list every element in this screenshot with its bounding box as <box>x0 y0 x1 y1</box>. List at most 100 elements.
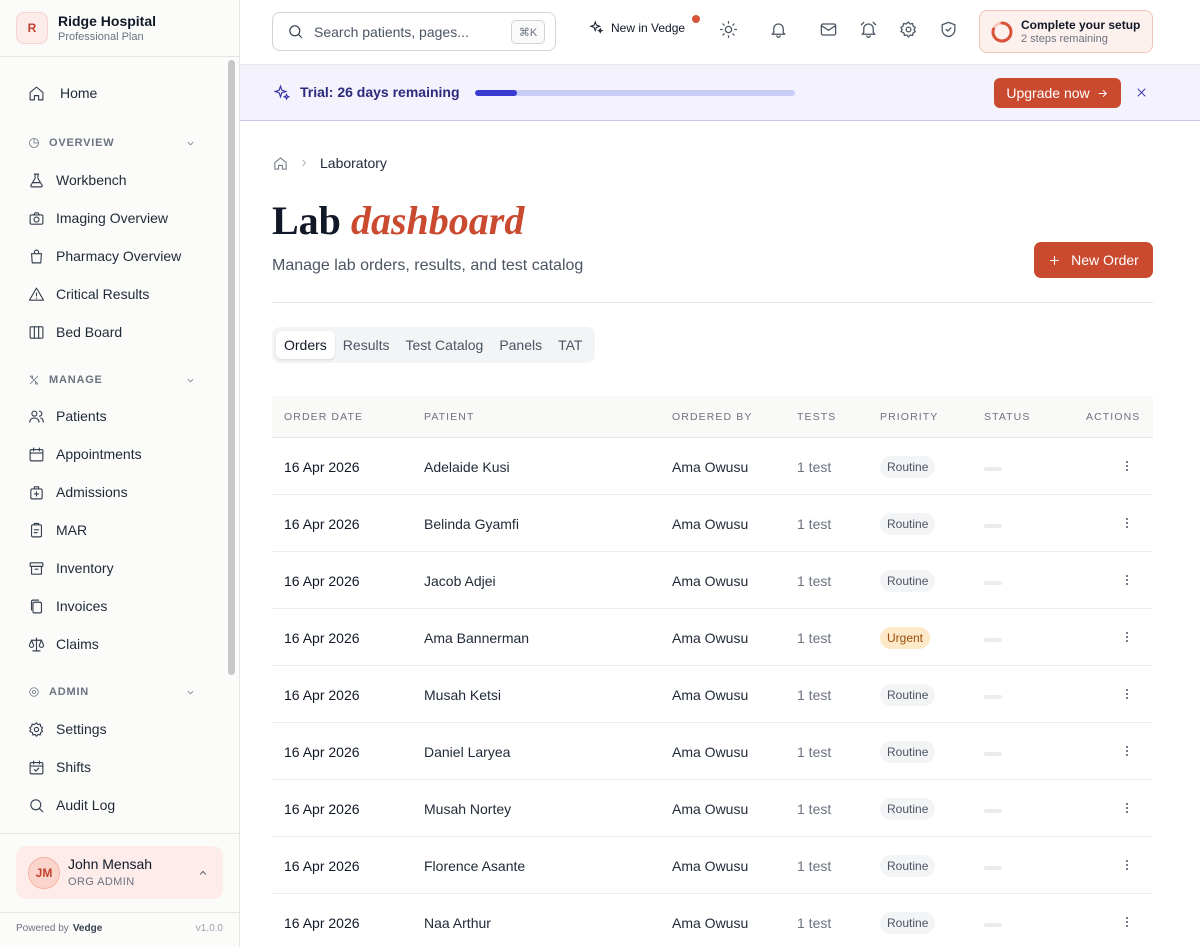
sidebar-item-imaging-overview[interactable]: Imaging Overview <box>16 202 216 234</box>
shield-check-icon[interactable] <box>939 20 958 39</box>
test-count: 1 test <box>797 915 832 931</box>
table-row[interactable]: 16 Apr 2026 Florence Asante Ama Owusu 1 tes… <box>272 837 1153 894</box>
notification-dot <box>692 15 700 23</box>
more-actions-icon[interactable] <box>1122 630 1132 646</box>
whats-new-button[interactable]: New in Vedge <box>589 20 685 35</box>
home-icon[interactable] <box>273 156 288 171</box>
column-header[interactable]: PATIENT <box>424 411 474 423</box>
table-row[interactable]: 16 Apr 2026 Jacob Adjei Ama Owusu 1 test Rou… <box>272 552 1153 609</box>
more-actions-icon[interactable] <box>1122 801 1132 817</box>
more-actions-icon[interactable] <box>1122 516 1132 532</box>
more-actions-icon[interactable] <box>1122 915 1132 931</box>
priority-badge: Routine <box>880 741 936 763</box>
status-placeholder <box>984 809 1002 813</box>
mail-icon[interactable] <box>819 20 838 39</box>
patient-name[interactable]: Musah Ketsi <box>424 687 501 703</box>
sidebar-item-admissions[interactable]: Admissions <box>16 476 216 508</box>
tab-results[interactable]: Results <box>335 331 398 359</box>
order-date: 16 Apr 2026 <box>284 915 360 931</box>
search-input[interactable]: Search patients, pages... ⌘K <box>272 12 556 51</box>
sidebar-item-invoices[interactable]: Invoices <box>16 590 216 622</box>
close-icon[interactable] <box>1135 86 1148 99</box>
test-count: 1 test <box>797 801 832 817</box>
setup-checklist-button[interactable]: Complete your setup 2 steps remaining <box>979 10 1153 53</box>
more-actions-icon[interactable] <box>1122 687 1132 703</box>
more-actions-icon[interactable] <box>1122 459 1132 475</box>
more-actions-icon[interactable] <box>1122 858 1132 874</box>
test-count: 1 test <box>797 858 832 874</box>
table-row[interactable]: 16 Apr 2026 Naa Arthur Ama Owusu 1 test Rout… <box>272 894 1153 947</box>
gear-icon[interactable] <box>899 20 918 39</box>
sidebar-item-home[interactable]: Home <box>16 77 216 109</box>
topbar: Search patients, pages... ⌘K New in Vedg… <box>240 0 1200 64</box>
more-actions-icon[interactable] <box>1122 744 1132 760</box>
new-order-button[interactable]: New Order <box>1034 242 1153 278</box>
sidebar-item-claims[interactable]: Claims <box>16 628 216 660</box>
brand-name: Ridge Hospital <box>58 12 157 29</box>
sidebar-item-mar[interactable]: MAR <box>16 514 216 546</box>
section-manage[interactable]: MANAGE <box>16 370 216 390</box>
hospital-bag-icon <box>30 485 43 499</box>
sidebar-scrollbar[interactable] <box>228 60 235 675</box>
ordered-by: Ama Owusu <box>672 459 749 475</box>
tab-test-catalog[interactable]: Test Catalog <box>397 331 491 359</box>
patient-name[interactable]: Daniel Laryea <box>424 744 510 760</box>
test-count: 1 test <box>797 573 832 589</box>
column-header[interactable]: ORDER DATE <box>284 411 363 423</box>
priority-badge: Routine <box>880 570 936 592</box>
chevron-up-icon <box>199 870 207 875</box>
section-admin[interactable]: ADMIN <box>16 682 216 702</box>
column-header[interactable]: STATUS <box>984 411 1030 423</box>
sun-icon[interactable] <box>719 20 738 39</box>
tab-panels[interactable]: Panels <box>491 331 550 359</box>
patient-name[interactable]: Florence Asante <box>424 858 525 874</box>
chevron-down-icon <box>187 690 194 694</box>
column-header[interactable]: ORDERED BY <box>672 411 752 423</box>
brand[interactable]: R Ridge Hospital Professional Plan <box>0 0 239 57</box>
divider <box>0 833 240 834</box>
patient-name[interactable]: Musah Nortey <box>424 801 511 817</box>
sidebar-item-bed-board[interactable]: Bed Board <box>16 316 216 348</box>
sidebar-item-workbench[interactable]: Workbench <box>16 164 216 196</box>
sidebar-item-appointments[interactable]: Appointments <box>16 438 216 470</box>
sidebar-item-label: Claims <box>56 636 99 652</box>
sidebar-item-inventory[interactable]: Inventory <box>16 552 216 584</box>
table-row[interactable]: 16 Apr 2026 Ama Bannerman Ama Owusu 1 test U… <box>272 609 1153 666</box>
tab-tat[interactable]: TAT <box>550 331 590 359</box>
column-header[interactable]: TESTS <box>797 411 836 423</box>
sidebar-item-patients[interactable]: Patients <box>16 400 216 432</box>
tab-orders[interactable]: Orders <box>276 331 335 359</box>
alarm-bell-icon[interactable] <box>859 20 878 39</box>
table-row[interactable]: 16 Apr 2026 Belinda Gyamfi Ama Owusu 1 test… <box>272 495 1153 552</box>
user-menu[interactable]: JM John Mensah ORG ADMIN <box>16 846 223 899</box>
bell-icon[interactable] <box>769 20 788 39</box>
patient-name[interactable]: Belinda Gyamfi <box>424 516 519 532</box>
sidebar-item-shifts[interactable]: Shifts <box>16 751 216 783</box>
sidebar-item-label: Admissions <box>56 484 128 500</box>
chevron-down-icon <box>187 141 194 145</box>
table-row[interactable]: 16 Apr 2026 Musah Nortey Ama Owusu 1 test Ro… <box>272 780 1153 837</box>
camera-icon <box>29 211 44 225</box>
ordered-by: Ama Owusu <box>672 687 749 703</box>
sidebar-item-settings[interactable]: Settings <box>16 713 216 745</box>
more-actions-icon[interactable] <box>1122 573 1132 589</box>
table-row[interactable]: 16 Apr 2026 Musah Ketsi Ama Owusu 1 test Rou… <box>272 666 1153 723</box>
status-placeholder <box>984 923 1002 927</box>
patient-name[interactable]: Jacob Adjei <box>424 573 496 589</box>
ordered-by: Ama Owusu <box>672 858 749 874</box>
table-row[interactable]: 16 Apr 2026 Daniel Laryea Ama Owusu 1 test R… <box>272 723 1153 780</box>
patient-name[interactable]: Ama Bannerman <box>424 630 529 646</box>
section-overview[interactable]: OVERVIEW <box>16 133 216 153</box>
cog-icon <box>29 687 39 697</box>
upgrade-button[interactable]: Upgrade now <box>994 78 1121 108</box>
column-header[interactable]: PRIORITY <box>880 411 938 423</box>
sidebar-item-pharmacy-overview[interactable]: Pharmacy Overview <box>16 240 216 272</box>
sidebar-item-audit-log[interactable]: Audit Log <box>16 789 216 821</box>
setup-title: Complete your setup <box>1021 17 1141 32</box>
order-date: 16 Apr 2026 <box>284 630 360 646</box>
patient-name[interactable]: Adelaide Kusi <box>424 459 510 475</box>
table-row[interactable]: 16 Apr 2026 Adelaide Kusi Ama Owusu 1 test R… <box>272 438 1153 495</box>
priority-badge: Routine <box>880 855 936 877</box>
sidebar-item-critical-results[interactable]: Critical Results <box>16 278 216 310</box>
patient-name[interactable]: Naa Arthur <box>424 915 491 931</box>
